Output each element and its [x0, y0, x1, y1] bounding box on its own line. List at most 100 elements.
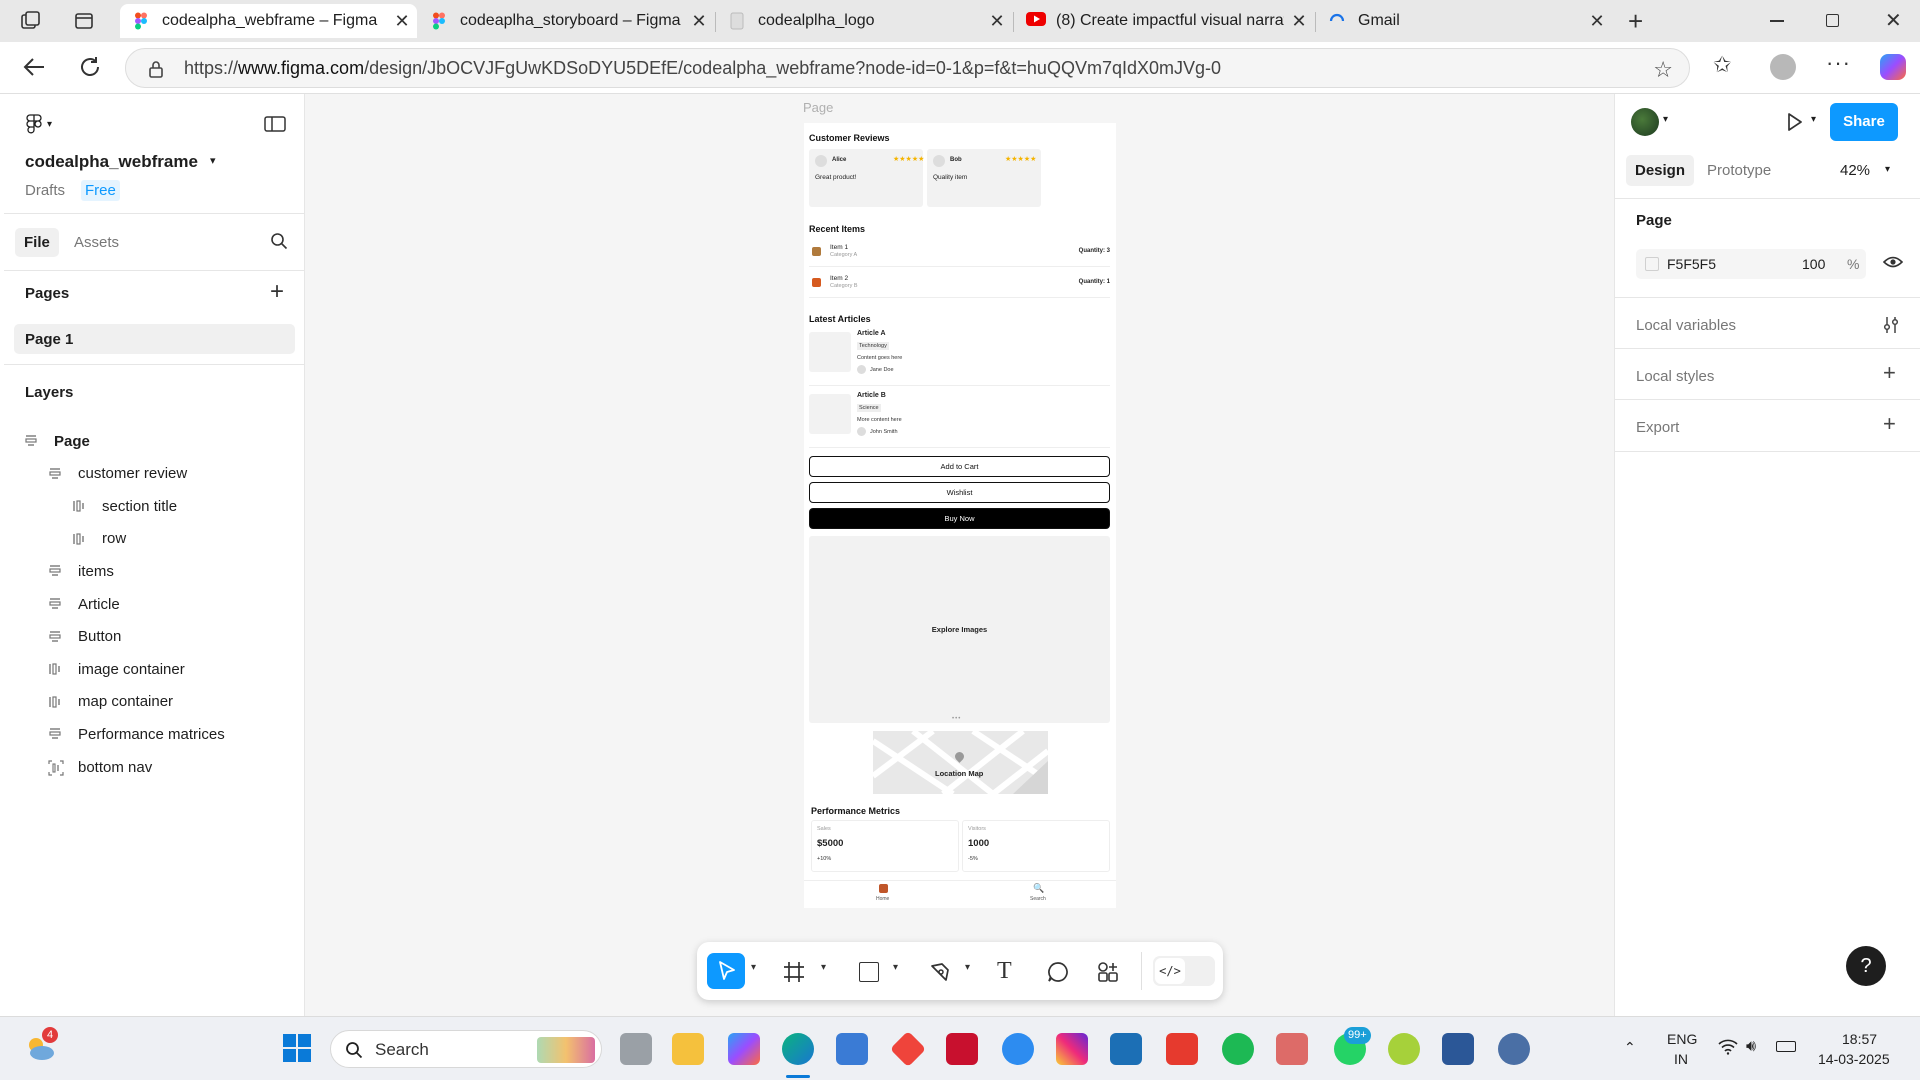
show-hidden-icons[interactable]: ⌃ [1624, 1039, 1636, 1056]
close-tab-icon[interactable]: ✕ [684, 11, 714, 32]
clock-time[interactable]: 18:57 [1842, 1031, 1877, 1047]
local-variables-label[interactable]: Local variables [1636, 317, 1736, 334]
present-icon[interactable] [1787, 113, 1803, 131]
refresh-icon[interactable] [78, 55, 102, 79]
local-styles-label[interactable]: Local styles [1636, 368, 1714, 385]
chevron-down-icon[interactable]: ▾ [821, 962, 826, 973]
move-tool-button[interactable] [707, 953, 745, 989]
tab-codealplha-logo[interactable]: codealplha_logo ✕ [716, 4, 1012, 38]
more-options-icon[interactable]: ··· [1826, 50, 1851, 76]
comment-tool-icon[interactable] [1047, 961, 1069, 983]
figma-main-menu[interactable]: ▾ [26, 114, 52, 134]
tab-design[interactable]: Design [1626, 155, 1695, 186]
variables-icon[interactable] [1883, 316, 1899, 334]
layer-item[interactable]: Button [4, 620, 304, 654]
visibility-eye-icon[interactable] [1883, 255, 1903, 269]
app-icon[interactable] [1110, 1033, 1142, 1065]
pen-tool-icon[interactable] [929, 961, 951, 983]
close-tab-icon[interactable]: ✕ [1284, 11, 1314, 32]
tab-codealpha-webframe[interactable]: codealpha_webframe – Figma ✕ [120, 4, 417, 38]
add-export-icon[interactable]: + [1883, 411, 1896, 437]
artboard-frame[interactable]: Customer Reviews Alice ★★★★★ Great produ… [804, 123, 1116, 908]
buy-now-button[interactable]: Buy Now [809, 508, 1110, 529]
opacity-value[interactable]: 100 [1802, 256, 1825, 272]
site-info-icon[interactable] [148, 60, 164, 78]
layer-item[interactable]: Performance matrices [4, 717, 304, 751]
tab-assets[interactable]: Assets [74, 234, 119, 251]
layer-item[interactable]: bottom nav [4, 750, 304, 784]
tab-youtube[interactable]: (8) Create impactful visual narrativ ✕ [1014, 4, 1314, 38]
favorite-star-icon[interactable]: ☆ [1653, 57, 1673, 83]
close-tab-icon[interactable]: ✕ [387, 11, 417, 32]
layer-item[interactable]: Page [4, 424, 304, 458]
instagram-icon[interactable] [1056, 1033, 1088, 1065]
close-tab-icon[interactable]: ✕ [982, 11, 1012, 32]
rectangle-tool-icon[interactable] [859, 962, 879, 982]
profile-avatar[interactable] [1770, 54, 1796, 80]
nav-search-label[interactable]: Search [1030, 896, 1046, 902]
drafts-label[interactable]: Drafts [25, 182, 65, 199]
chevron-down-icon[interactable]: ▾ [1663, 114, 1668, 125]
language-line-2[interactable]: IN [1674, 1051, 1688, 1067]
battery-icon[interactable] [1776, 1041, 1796, 1052]
nav-home-label[interactable]: Home [876, 896, 889, 902]
search-icon[interactable] [270, 232, 288, 250]
favorites-icon[interactable]: ✩ [1713, 52, 1731, 78]
word-icon[interactable] [1442, 1033, 1474, 1065]
wps-office-icon[interactable] [1166, 1033, 1198, 1065]
microsoft-store-icon[interactable] [836, 1033, 868, 1065]
new-tab-button[interactable]: + [1628, 8, 1643, 34]
plan-badge[interactable]: Free [81, 180, 120, 201]
wifi-icon[interactable] [1718, 1039, 1738, 1055]
volume-icon[interactable]: 🔊︎ [1746, 1038, 1756, 1056]
add-style-icon[interactable]: + [1883, 360, 1896, 386]
tab-gmail[interactable]: Gmail ✕ [1316, 4, 1612, 38]
taskbar-search-box[interactable]: Search [330, 1030, 602, 1068]
frame-tool-icon[interactable] [783, 961, 805, 983]
layer-item[interactable]: customer review [4, 457, 304, 491]
close-window-button[interactable]: ✕ [1885, 8, 1902, 33]
tab-actions-icon[interactable] [74, 11, 94, 31]
layer-item[interactable]: section title [4, 489, 304, 523]
search-icon[interactable]: 🔍 [1033, 883, 1044, 894]
chevron-down-icon[interactable]: ▾ [893, 962, 898, 973]
language-line-1[interactable]: ENG [1667, 1031, 1697, 1047]
spotify-icon[interactable] [1222, 1033, 1254, 1065]
layer-item[interactable]: items [4, 554, 304, 588]
app-plus-icon[interactable] [1388, 1033, 1420, 1065]
help-button[interactable]: ? [1846, 946, 1886, 986]
add-page-icon[interactable]: + [270, 278, 284, 306]
background-color-field[interactable]: F5F5F5 100 % [1636, 249, 1866, 279]
text-tool-icon[interactable]: T [997, 958, 1012, 985]
tab-file[interactable]: File [15, 228, 59, 257]
page-item-page-1[interactable]: Page 1 [14, 324, 295, 354]
chevron-down-icon[interactable]: ▾ [751, 962, 756, 973]
export-label[interactable]: Export [1636, 419, 1679, 436]
restore-button[interactable] [1826, 14, 1839, 27]
edge-browser-icon[interactable] [782, 1033, 814, 1065]
chevron-down-icon[interactable]: ▾ [965, 962, 970, 973]
copilot-app-icon[interactable] [728, 1033, 760, 1065]
color-hex-value[interactable]: F5F5F5 [1667, 256, 1716, 272]
user-avatar[interactable] [1631, 108, 1659, 136]
add-to-cart-button[interactable]: Add to Cart [809, 456, 1110, 477]
layer-item[interactable]: Article [4, 587, 304, 621]
clock-date[interactable]: 14-03-2025 [1818, 1051, 1890, 1067]
home-icon[interactable] [879, 884, 888, 893]
tab-codeaplha-storyboard[interactable]: codeaplha_storyboard – Figma ✕ [418, 4, 714, 38]
wishlist-button[interactable]: Wishlist [809, 482, 1110, 503]
toggle-sidebar-icon[interactable] [264, 116, 286, 132]
close-tab-icon[interactable]: ✕ [1582, 11, 1612, 32]
url-field[interactable]: https://www.figma.com/design/JbOCVJFgUwK… [125, 48, 1690, 88]
actions-tool-icon[interactable] [1097, 961, 1119, 983]
vpn-globe-icon[interactable] [1498, 1033, 1530, 1065]
copilot-icon[interactable] [1880, 54, 1906, 80]
layer-item[interactable]: image container [4, 652, 304, 686]
layer-item[interactable]: map container [4, 685, 304, 719]
anydesk-icon[interactable] [889, 1030, 927, 1068]
dev-mode-toggle[interactable]: </> [1153, 956, 1215, 986]
minimize-button[interactable] [1770, 20, 1784, 22]
chevron-down-icon[interactable]: ▾ [1811, 114, 1816, 125]
mcafee-icon[interactable] [946, 1033, 978, 1065]
color-swatch[interactable] [1645, 257, 1659, 271]
